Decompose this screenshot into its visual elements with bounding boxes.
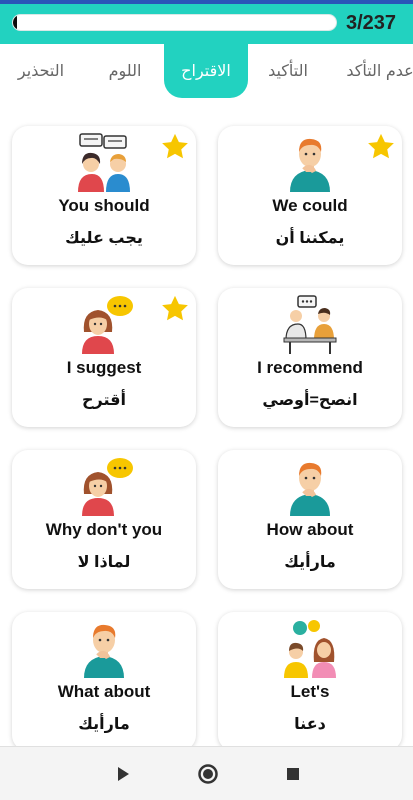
triangle-back-icon[interactable] <box>110 761 136 787</box>
phrase-card[interactable]: What about مارأيك <box>12 612 196 751</box>
phrase-arabic: مارأيك <box>284 554 336 571</box>
meeting-desk-icon <box>283 295 337 354</box>
phrase-english: You should <box>58 196 150 215</box>
phrase-arabic: يجب عليك <box>65 230 143 247</box>
phrase-grid: We could يمكننا أن You should يجب عليك I… <box>0 98 413 751</box>
tab-label: عدم التأكد <box>346 63 413 80</box>
phrase-english: Why don't you <box>45 520 163 539</box>
phrase-english: Let's <box>290 682 330 701</box>
phrase-card[interactable]: I suggest أقترح <box>12 288 196 427</box>
phrase-english: I suggest <box>66 358 142 377</box>
tab-warning[interactable]: التحذير <box>6 44 76 98</box>
tab-uncertainty[interactable]: عدم التأكد <box>340 44 413 98</box>
progress-fill <box>13 15 18 30</box>
phrase-arabic: أقترح <box>82 392 126 409</box>
category-tabs: عدم التأكد التأكيد الاقتراح اللوم التحذي… <box>0 44 413 98</box>
tab-suggestion[interactable]: الاقتراح <box>164 44 248 98</box>
thinking-woman-icon <box>82 296 133 354</box>
star-icon[interactable] <box>366 132 396 162</box>
top-band: 3/237 عدم التأكد التأكيد الاقتراح اللوم … <box>0 0 413 98</box>
progress-count: 3/237 <box>346 12 397 34</box>
tab-blame[interactable]: اللوم <box>96 44 154 98</box>
phrase-card[interactable]: How about مارأيك <box>218 450 402 589</box>
circle-home-icon[interactable] <box>195 761 221 787</box>
thinking-woman-icon <box>82 458 133 516</box>
tab-label: التأكيد <box>268 63 308 80</box>
tab-label: التحذير <box>17 63 65 80</box>
progress-header: 3/237 <box>0 4 413 44</box>
star-icon[interactable] <box>160 132 190 162</box>
phrase-arabic: يمكننا أن <box>275 230 345 247</box>
phrase-card[interactable]: You should يجب عليك <box>12 126 196 265</box>
phrase-english: I recommend <box>257 358 363 377</box>
phrase-card[interactable]: Let's دعنا <box>218 612 402 751</box>
tab-emphasis[interactable]: التأكيد <box>256 44 320 98</box>
phrase-arabic: انصح=أوصي <box>262 392 358 409</box>
phrase-english: What about <box>57 682 151 701</box>
phrase-english: We could <box>272 196 348 215</box>
thinking-man-icon <box>290 138 330 192</box>
system-nav-bar <box>0 746 413 800</box>
star-icon[interactable] <box>160 294 190 324</box>
thinking-man-icon <box>84 624 124 678</box>
tab-label: اللوم <box>108 63 142 80</box>
square-recents-icon[interactable] <box>280 761 306 787</box>
tab-label: الاقتراح <box>181 63 231 80</box>
phrase-english: How about <box>266 520 354 539</box>
phrase-arabic: مارأيك <box>78 716 130 733</box>
phrase-arabic: لماذا لا <box>77 554 131 571</box>
phrase-arabic: دعنا <box>294 716 326 733</box>
two-people-talking-icon <box>78 133 130 192</box>
phrase-card[interactable]: We could يمكننا أن <box>218 126 402 265</box>
two-people-chatting-icon <box>284 620 336 678</box>
phrase-card[interactable]: I recommend انصح=أوصي <box>218 288 402 427</box>
phrase-card[interactable]: Why don't you لماذا لا <box>12 450 196 589</box>
thinking-man-icon <box>290 462 330 516</box>
progress-bar <box>12 14 337 31</box>
